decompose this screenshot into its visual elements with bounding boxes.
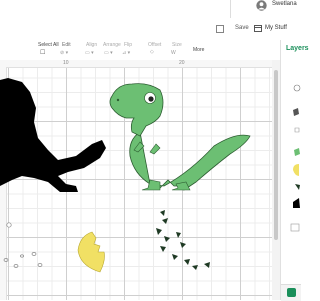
align-label: Align xyxy=(86,42,98,48)
scrollbar-thumb[interactable] xyxy=(274,70,278,240)
black-dinosaur-shape[interactable] xyxy=(0,78,106,192)
canvas-artwork[interactable] xyxy=(0,60,272,300)
flip-dropdown[interactable]: ⊿ ▾ xyxy=(122,50,130,56)
canvas-scrollbar[interactable] xyxy=(272,60,280,300)
save-button[interactable]: Save xyxy=(235,25,249,31)
align-dropdown[interactable]: ▭ ▾ xyxy=(85,50,94,56)
header: Save My Stuff xyxy=(0,18,300,41)
green-dinosaur-shape[interactable] xyxy=(109,83,251,191)
size-label: Size xyxy=(172,42,182,48)
edit-label: Edit xyxy=(62,42,71,48)
rotate-handle[interactable] xyxy=(6,222,12,228)
layers-panel: Layers xyxy=(280,40,309,301)
my-stuff-icon[interactable] xyxy=(254,24,262,32)
arrange-dropdown[interactable]: ▭ ▾ xyxy=(104,50,113,56)
share-icon[interactable] xyxy=(216,25,224,33)
more-button[interactable]: More xyxy=(193,47,204,53)
user-avatar[interactable] xyxy=(256,0,267,11)
edit-dropdown[interactable]: ⊘ ▾ xyxy=(60,50,68,56)
detail-pieces[interactable] xyxy=(156,210,210,270)
user-name[interactable]: Swetlana xyxy=(272,1,297,7)
flip-label: Flip xyxy=(124,42,133,48)
my-stuff-button[interactable]: My Stuff xyxy=(265,25,287,31)
size-width-field[interactable]: W xyxy=(171,50,176,56)
select-all-checkbox[interactable]: ☐ xyxy=(40,49,45,56)
offset-button[interactable]: ◇ xyxy=(150,49,154,55)
layers-title: Layers xyxy=(286,45,309,52)
top-bar: Swetlana xyxy=(0,0,300,18)
arrange-label: Arrange xyxy=(103,42,121,48)
edit-toolbar: Select All ☐ Edit ⊘ ▾ Align ▭ ▾ Arrange … xyxy=(0,40,300,61)
yellow-eggshell-shape[interactable] xyxy=(77,231,105,273)
offset-label: Offset xyxy=(148,42,162,48)
detail-pieces-outline[interactable] xyxy=(3,252,43,268)
layers-action-button[interactable] xyxy=(287,288,296,297)
divider xyxy=(230,0,231,18)
select-all-label[interactable]: Select All xyxy=(38,42,59,48)
layer-thumbnails[interactable] xyxy=(287,84,301,264)
